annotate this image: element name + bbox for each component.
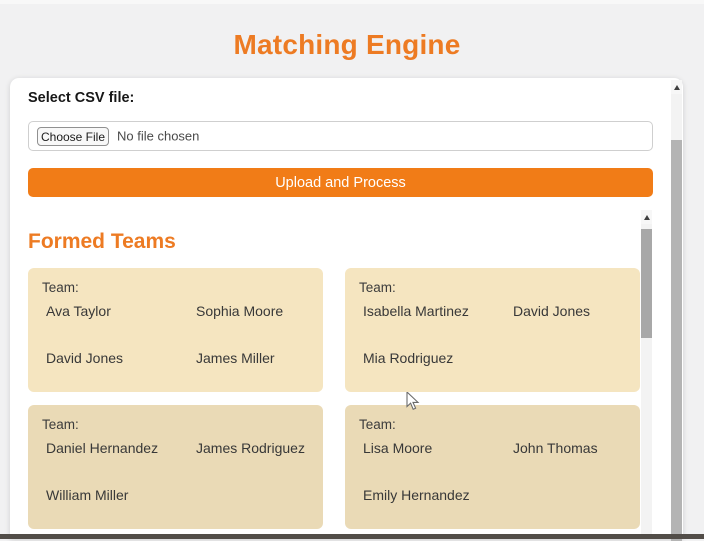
team-member: Ava Taylor: [42, 302, 192, 321]
team-member: David Jones: [42, 349, 192, 368]
csv-file-label: Select CSV file:: [28, 90, 134, 106]
team-member: Sophia Moore: [192, 302, 309, 321]
team-members: Daniel Hernandez James Rodriguez William…: [42, 439, 309, 505]
file-chosen-status: No file chosen: [117, 129, 199, 144]
team-member: David Jones: [509, 302, 626, 321]
mouse-cursor-icon: [406, 392, 421, 417]
team-card: Team: Isabella Martinez David Jones Mia …: [345, 268, 640, 392]
team-members: Isabella Martinez David Jones Mia Rodrig…: [359, 302, 626, 368]
team-label: Team:: [42, 280, 309, 295]
team-member: [509, 349, 626, 368]
team-member: [509, 486, 626, 505]
formed-teams-section: Formed Teams Team: Ava Taylor Sophia Moo…: [10, 210, 683, 539]
team-label: Team:: [359, 280, 626, 295]
team-card: Team: Lisa Moore John Thomas Emily Herna…: [345, 405, 640, 529]
team-member: William Miller: [42, 486, 192, 505]
page-top-strip: [0, 0, 704, 4]
page-scrollbar[interactable]: [671, 80, 682, 539]
page-title: Matching Engine: [0, 29, 694, 61]
teams-grid: Team: Ava Taylor Sophia Moore David Jone…: [28, 268, 640, 529]
upload-and-process-button[interactable]: Upload and Process: [28, 168, 653, 197]
team-card: Team: Ava Taylor Sophia Moore David Jone…: [28, 268, 323, 392]
team-member: Lisa Moore: [359, 439, 509, 458]
team-member: [192, 486, 309, 505]
team-members: Lisa Moore John Thomas Emily Hernandez: [359, 439, 626, 505]
teams-scrollbar[interactable]: [641, 210, 652, 539]
team-label: Team:: [359, 417, 626, 432]
team-member: Daniel Hernandez: [42, 439, 192, 458]
team-member: Emily Hernandez: [359, 486, 509, 505]
formed-teams-heading: Formed Teams: [28, 230, 176, 254]
team-member: Isabella Martinez: [359, 302, 509, 321]
team-member: James Rodriguez: [192, 439, 309, 458]
team-member: James Miller: [192, 349, 309, 368]
choose-file-button[interactable]: Choose File: [37, 127, 109, 146]
team-member: John Thomas: [509, 439, 626, 458]
scroll-up-icon[interactable]: [641, 210, 652, 224]
file-input[interactable]: Choose File No file chosen: [28, 121, 653, 151]
page-scrollbar-thumb[interactable]: [671, 140, 682, 541]
team-members: Ava Taylor Sophia Moore David Jones Jame…: [42, 302, 309, 368]
team-member: Mia Rodriguez: [359, 349, 509, 368]
team-card: Team: Daniel Hernandez James Rodriguez W…: [28, 405, 323, 529]
main-card: Select CSV file: Choose File No file cho…: [10, 78, 683, 539]
teams-scrollbar-thumb[interactable]: [641, 229, 652, 338]
scroll-up-icon[interactable]: [671, 80, 682, 94]
team-label: Team:: [42, 417, 309, 432]
page-bottom-strip: [0, 534, 704, 539]
